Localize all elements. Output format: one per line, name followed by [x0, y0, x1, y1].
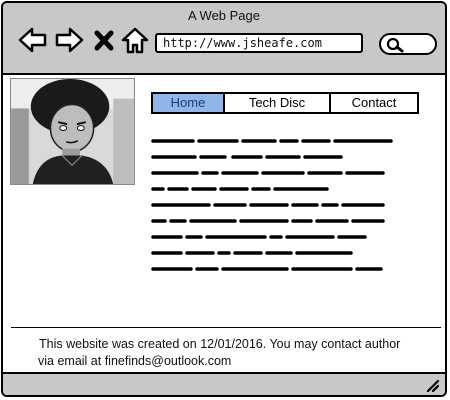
address-bar[interactable]	[155, 33, 363, 53]
home-icon[interactable]	[119, 24, 151, 56]
window-title: A Web Page	[187, 8, 261, 23]
search-icon	[386, 37, 404, 53]
tab-contact[interactable]: Contact	[331, 94, 417, 112]
profile-image	[10, 78, 135, 185]
tab-tech-disc[interactable]: Tech Disc	[225, 94, 331, 112]
tab-home[interactable]: Home	[153, 94, 225, 112]
forward-arrow-icon[interactable]	[53, 24, 85, 56]
placeholder-text-block	[151, 139, 393, 271]
back-arrow-icon[interactable]	[17, 24, 49, 56]
search-field[interactable]	[379, 33, 437, 55]
browser-toolbar: A Web Page	[3, 3, 445, 75]
close-icon[interactable]	[91, 24, 117, 56]
footer-line-2: via email at finefinds@outlook.com	[38, 354, 232, 368]
nav-tabs: Home Tech Disc Contact	[151, 92, 419, 114]
footer-line-1: This website was created on 12/01/2016. …	[39, 337, 401, 351]
footer-divider	[11, 327, 441, 328]
resize-grip-icon[interactable]	[425, 378, 439, 392]
page-content: Home Tech Disc Contact	[3, 75, 445, 375]
status-bar	[3, 372, 445, 395]
browser-window: A Web Page http://www.jsheafe.com Home T…	[1, 1, 447, 397]
footer-text: This website was created on 12/01/2016. …	[38, 336, 439, 370]
